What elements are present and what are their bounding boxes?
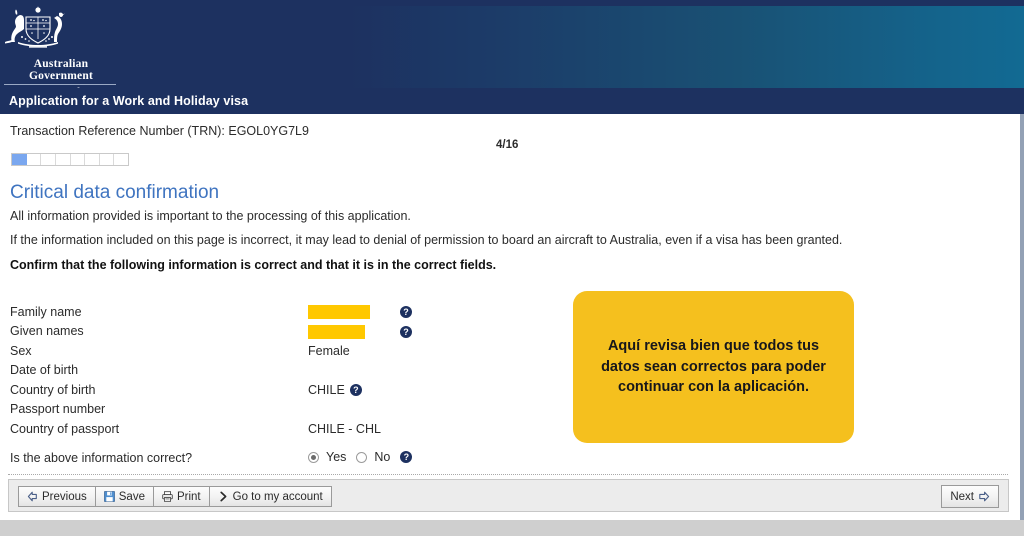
radio-no[interactable] bbox=[356, 451, 368, 463]
field-value: CHILE - CHL bbox=[308, 419, 400, 439]
help-icon[interactable]: ? bbox=[400, 451, 413, 463]
table-row: Country of passport CHILE - CHL bbox=[10, 419, 440, 439]
field-help-cell bbox=[400, 419, 440, 439]
progress-segment bbox=[85, 154, 100, 165]
transaction-reference-number: Transaction Reference Number (TRN): EGOL… bbox=[10, 124, 309, 138]
field-value bbox=[308, 302, 400, 322]
critical-data-table: Family name? Given names? Sex Female Date of… bbox=[10, 302, 440, 439]
field-value-text: CHILE - CHL bbox=[308, 421, 381, 436]
toolbar-button-group: Previous Save Print Go to my account bbox=[18, 486, 332, 507]
field-help-cell bbox=[400, 341, 440, 361]
intro-paragraph-2: If the information included on this page… bbox=[10, 233, 843, 247]
print-button[interactable]: Print bbox=[153, 487, 210, 506]
government-name: Australian Government bbox=[29, 58, 93, 82]
redaction-block bbox=[308, 305, 370, 320]
form-toolbar: Previous Save Print Go to my account Nex… bbox=[8, 479, 1009, 512]
intro-paragraph-1: All information provided is important to… bbox=[10, 209, 411, 223]
field-label: Sex bbox=[10, 343, 32, 358]
print-button-label: Print bbox=[176, 490, 201, 503]
field-label: Country of passport bbox=[10, 421, 120, 436]
field-value: CHILE? bbox=[308, 380, 400, 400]
progress-segment bbox=[70, 154, 86, 165]
field-label: Date of birth bbox=[10, 363, 79, 378]
progress-segment bbox=[114, 154, 128, 165]
confirm-radio-group[interactable]: Yes No ? bbox=[308, 450, 413, 464]
field-help-cell: ? bbox=[400, 302, 440, 322]
page-title: Critical data confirmation bbox=[10, 182, 220, 203]
go-to-my-account-button[interactable]: Go to my account bbox=[209, 487, 331, 506]
table-row: Family name? bbox=[10, 302, 440, 322]
annotation-callout: Aquí revisa bien que todos tus datos sea… bbox=[573, 291, 854, 443]
window-footer-strip bbox=[0, 520, 1024, 536]
browser-page: Australian Government Department of Home… bbox=[0, 0, 1024, 536]
field-help-cell bbox=[400, 380, 440, 400]
confirm-instruction: Confirm that the following information i… bbox=[10, 258, 497, 272]
previous-button-label: Previous bbox=[42, 490, 87, 503]
crest-block: Australian Government Department of Home… bbox=[0, 4, 180, 88]
radio-yes-label: Yes bbox=[326, 450, 347, 464]
arrow-left-icon bbox=[27, 491, 38, 502]
next-button[interactable]: Next bbox=[941, 485, 999, 508]
progress-segment bbox=[41, 154, 56, 165]
radio-yes[interactable] bbox=[308, 451, 319, 463]
help-icon[interactable]: ? bbox=[400, 306, 412, 319]
progress-segment bbox=[26, 154, 42, 165]
help-icon[interactable]: ? bbox=[349, 384, 362, 397]
progress-segment bbox=[12, 154, 27, 165]
next-button-label: Next bbox=[950, 490, 974, 503]
field-label: Given names bbox=[10, 324, 84, 339]
toolbar-divider bbox=[8, 474, 1008, 475]
confirm-question-label: Is the above information correct? bbox=[10, 451, 193, 465]
field-help-cell: ? bbox=[400, 322, 440, 342]
progress-bar bbox=[11, 153, 129, 166]
save-button-label: Save bbox=[118, 490, 145, 503]
field-label: Passport number bbox=[10, 402, 106, 417]
field-value bbox=[308, 400, 400, 420]
radio-no-label: No bbox=[374, 450, 391, 464]
table-row: Date of birth bbox=[10, 361, 440, 381]
field-value bbox=[308, 361, 400, 381]
redaction-block bbox=[308, 324, 365, 339]
table-row: Passport number bbox=[10, 400, 440, 420]
field-label: Family name bbox=[10, 304, 82, 319]
field-value: Female bbox=[308, 341, 400, 361]
field-help-cell bbox=[400, 361, 440, 381]
save-button[interactable]: Save bbox=[95, 487, 154, 506]
field-label: Country of birth bbox=[10, 382, 96, 397]
printer-icon bbox=[162, 491, 173, 502]
table-row: Sex Female bbox=[10, 341, 440, 361]
annotation-callout-text: Aquí revisa bien que todos tus datos sea… bbox=[601, 338, 826, 396]
progress-segment bbox=[99, 154, 115, 165]
field-help-cell bbox=[400, 400, 440, 420]
table-row: Country of birth CHILE? bbox=[10, 380, 440, 400]
help-icon[interactable]: ? bbox=[400, 325, 412, 338]
floppy-disk-icon bbox=[103, 491, 115, 502]
chevron-right-icon bbox=[218, 491, 229, 502]
government-masthead: Australian Government Department of Home… bbox=[0, 0, 1024, 88]
arrow-right-icon bbox=[978, 491, 990, 502]
table-row: Given names? bbox=[10, 322, 440, 342]
page-indicator: 4/16 bbox=[496, 139, 519, 151]
australian-coat-of-arms-icon bbox=[0, 4, 76, 52]
go-to-my-account-button-label: Go to my account bbox=[232, 490, 323, 503]
application-title-bar: Application for a Work and Holiday visa bbox=[0, 88, 1024, 114]
field-value-text: CHILE bbox=[308, 382, 345, 397]
field-value bbox=[308, 322, 400, 342]
field-value-text: Female bbox=[308, 343, 350, 358]
progress-segment bbox=[55, 154, 71, 165]
previous-button[interactable]: Previous bbox=[19, 487, 96, 506]
